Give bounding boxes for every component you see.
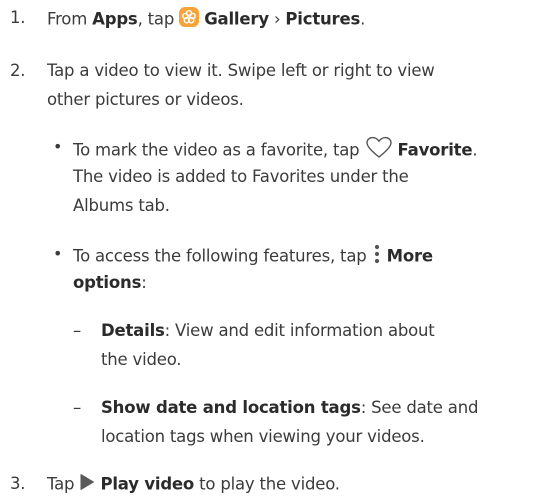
step-1-from: From [47,9,88,29]
show-date-location-label: Show date and location tags [101,398,361,417]
options-label: options [73,273,142,292]
bullet-1-line-1: To mark the video as a favorite, tap Fav… [73,136,478,166]
sub-1-line-2: the video. [101,350,182,369]
heart-outline-icon [365,136,393,166]
details-label: Details [101,321,165,340]
sub-2-line-2: location tags when viewing your videos. [101,427,425,446]
apps-label: Apps [92,9,138,29]
bullet-2-line-1: To access the following features, tap Mo… [73,243,433,271]
sub-2-text: : See date and [360,398,479,417]
sub-1-text: : View and edit information about [164,321,435,340]
step-2-line-1: Tap a video to view it. Swipe left or ri… [47,61,435,80]
dash-marker: – [73,321,82,340]
step-1-text: From Apps, tap Gallery › Pictures. [47,7,365,33]
step-1-tap: , tap [137,9,175,29]
more-label: More [386,246,433,266]
bullet-1-text: To mark the video as a favorite, tap [73,140,360,160]
more-options-icon [372,243,382,271]
step-2-number: 2. [10,61,26,80]
play-video-label: Play video [100,474,195,494]
bullet-1-line-3: Albums tab. [73,196,170,215]
breadcrumb-separator: › [273,9,281,29]
sub-2-line-1: Show date and location tags: See date an… [101,397,478,419]
bullet-1-line-2: The video is added to Favorites under th… [73,167,409,186]
gallery-flower-icon [179,7,200,33]
favorite-label: Favorite [397,140,473,160]
bullet-2-colon: : [141,273,147,292]
instructions-page: 1. From Apps, tap Gallery › Pictures. 2.… [0,0,547,500]
pictures-label: Pictures [285,9,361,29]
step-1-period: . [360,9,366,29]
step-3-text: Tap Play video to play the video. [47,473,340,497]
play-icon [79,473,95,497]
gallery-label: Gallery [204,9,269,29]
bullet-marker: • [53,137,63,156]
step-3-number: 3. [10,474,26,493]
step-3-end: to play the video. [199,474,340,494]
dash-marker: – [73,398,82,417]
bullet-2-line-2: options: [73,272,147,294]
bullet-marker: • [53,244,63,263]
step-1-number: 1. [10,8,26,27]
bullet-1-period: . [472,140,478,160]
sub-1-line-1: Details: View and edit information about [101,320,435,342]
bullet-2-text: To access the following features, tap [73,246,367,266]
step-3-tap: Tap [47,474,75,494]
step-2-line-2: other pictures or videos. [47,90,244,109]
